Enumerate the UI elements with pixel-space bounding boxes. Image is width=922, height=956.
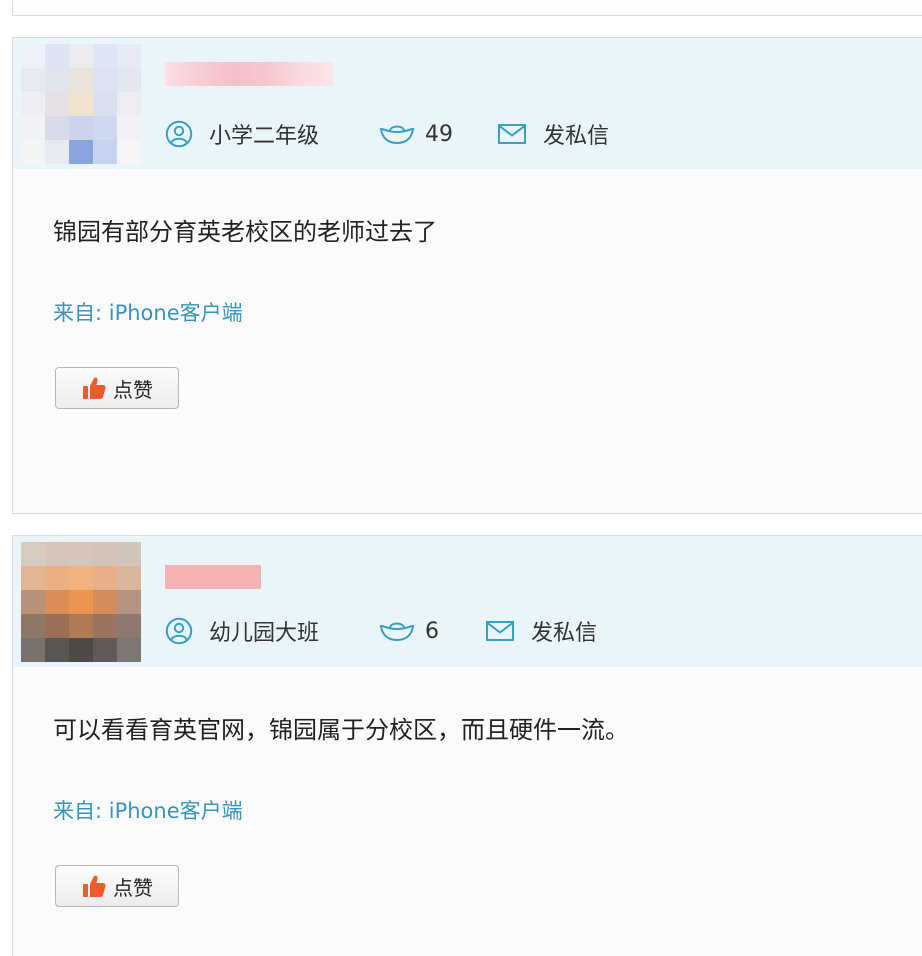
send-message-label: 发私信 (543, 124, 610, 149)
user-circle-icon (165, 617, 193, 645)
grade-text: 幼儿园大班 (209, 621, 320, 646)
grade-text: 小学二年级 (209, 124, 320, 149)
like-button[interactable]: 点赞 (55, 865, 179, 907)
thumbs-up-icon (83, 875, 106, 897)
ingot-icon (379, 125, 415, 145)
envelope-icon (498, 124, 526, 144)
ingot-icon (379, 622, 415, 642)
post-header: 小学二年级 49 发私信 (13, 38, 922, 169)
coin-info: 6 (379, 618, 485, 644)
like-label: 点赞 (113, 377, 153, 402)
post-source[interactable]: 来自: iPhone客户端 (53, 795, 243, 825)
post-source[interactable]: 来自: iPhone客户端 (53, 297, 243, 327)
grade-info: 小学二年级 (165, 118, 379, 150)
coin-count: 49 (425, 121, 453, 147)
post-content: 锦园有部分育英老校区的老师过去了 (53, 218, 437, 246)
previous-post-edge (12, 0, 922, 16)
grade-info: 幼儿园大班 (165, 615, 379, 647)
user-meta: 小学二年级 49 发私信 (165, 119, 609, 149)
thumbs-up-icon (83, 377, 106, 399)
username[interactable] (165, 565, 261, 589)
forum-post: 幼儿园大班 6 发私信 可以看看育英官网，锦园属于分校区，而且硬件一流。 来自:… (12, 535, 922, 956)
coin-info: 49 (379, 121, 497, 147)
coin-count: 6 (425, 618, 439, 644)
post-content: 可以看看育英官网，锦园属于分校区，而且硬件一流。 (53, 716, 629, 744)
envelope-icon (486, 621, 514, 641)
avatar[interactable] (21, 542, 141, 662)
send-message-link[interactable]: 发私信 (485, 615, 597, 647)
post-header: 幼儿园大班 6 发私信 (13, 536, 922, 667)
forum-post: 小学二年级 49 发私信 锦园有部分育英老校区的老师过去了 来自: iPhone… (12, 37, 922, 514)
username[interactable] (165, 62, 333, 86)
avatar[interactable] (21, 44, 141, 164)
like-button[interactable]: 点赞 (55, 367, 179, 409)
forum-thread: 小学二年级 49 发私信 锦园有部分育英老校区的老师过去了 来自: iPhone… (0, 0, 922, 956)
send-message-label: 发私信 (531, 621, 598, 646)
send-message-link[interactable]: 发私信 (497, 118, 609, 150)
like-label: 点赞 (113, 875, 153, 900)
user-circle-icon (165, 120, 193, 148)
user-meta: 幼儿园大班 6 发私信 (165, 616, 597, 646)
